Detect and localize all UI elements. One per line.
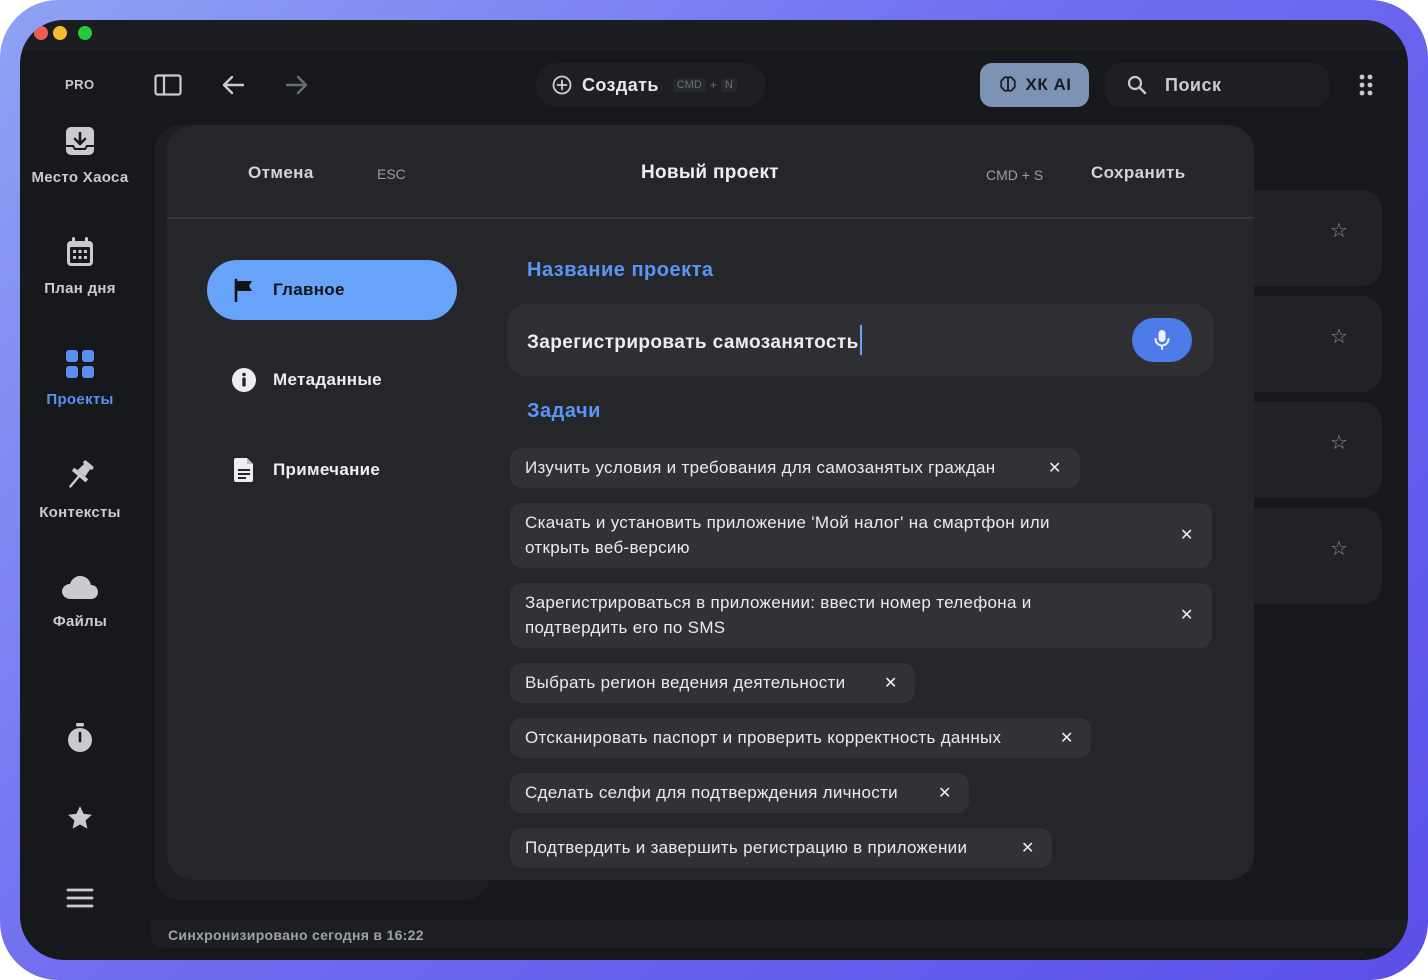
dialog-title: Новый проект	[641, 162, 779, 183]
favorite-star-icon[interactable]: ☆	[1330, 324, 1348, 349]
task-text: Выбрать регион ведения деятельности	[525, 673, 846, 692]
cancel-button[interactable]: Отмена	[248, 163, 314, 183]
ai-label: ХК AI	[1025, 75, 1072, 94]
flag-icon	[231, 277, 257, 303]
forward-arrow-icon[interactable]	[282, 70, 312, 100]
sidebar-item-label: Проекты	[46, 391, 114, 408]
nav-label: Метаданные	[273, 370, 382, 389]
task-text: Сделать селфи для подтверждения личности	[525, 783, 898, 802]
sidebar-item-chaos[interactable]: Место Хаоса	[20, 125, 140, 186]
new-project-dialog: Отмена ESC Новый проект CMD + S Сохранит…	[167, 125, 1254, 880]
remove-task-icon[interactable]: ✕	[1180, 525, 1194, 545]
project-card[interactable]	[1235, 508, 1382, 604]
status-bar: Синхронизировано сегодня в 16:22	[151, 920, 1408, 948]
text-caret	[859, 325, 862, 355]
task-text-line2: подтвердить его по SMS	[525, 618, 726, 637]
task-chip[interactable]: Сделать селфи для подтверждения личности…	[510, 773, 969, 813]
sidebar-toggle-icon[interactable]	[150, 70, 186, 100]
nav-metadata[interactable]: Метаданные	[207, 350, 457, 410]
task-chip[interactable]: Скачать и установить приложение 'Мой нал…	[510, 503, 1212, 568]
sidebar-item-label: План дня	[44, 280, 116, 297]
search-icon	[1127, 75, 1147, 95]
task-text: Изучить условия и требования для самозан…	[525, 458, 996, 477]
create-shortcut-plus: +	[709, 78, 717, 92]
project-name-value: Зарегистрировать самозанятость	[527, 332, 859, 354]
dialog-header: Отмена ESC Новый проект CMD + S Сохранит…	[167, 125, 1254, 219]
remove-task-icon[interactable]: ✕	[884, 673, 898, 693]
menu-icon[interactable]	[60, 878, 100, 918]
favorite-star-icon[interactable]: ☆	[1330, 430, 1348, 455]
minimize-window-button[interactable]	[53, 26, 67, 40]
sync-status: Синхронизировано сегодня в 16:22	[168, 927, 424, 943]
create-shortcut-n: N	[720, 78, 737, 92]
document-icon	[231, 457, 257, 483]
sidebar-item-label: Файлы	[52, 613, 108, 630]
back-arrow-icon[interactable]	[218, 70, 248, 100]
search-placeholder: Поиск	[1165, 74, 1222, 95]
project-card[interactable]	[1235, 190, 1382, 286]
pin-icon	[63, 458, 97, 492]
project-name-heading: Название проекта	[527, 259, 714, 281]
create-shortcut-cmd: CMD	[672, 78, 706, 92]
star-icon[interactable]	[60, 798, 100, 838]
title-bar	[20, 20, 1408, 50]
sidebar-item-label: Место Хаоса	[31, 169, 129, 186]
timer-icon[interactable]	[60, 718, 100, 758]
brain-icon	[998, 75, 1018, 95]
sidebar-item-projects[interactable]: Проекты	[20, 349, 140, 408]
create-button[interactable]: Создать CMD + N	[536, 63, 766, 107]
sidebar-item-label: Контексты	[39, 504, 121, 521]
info-icon	[231, 367, 257, 393]
nav-note[interactable]: Примечание	[207, 440, 457, 500]
app-window: PRO Создать CMD + N ХК AI Поиск Место Ха…	[20, 20, 1408, 960]
favorite-star-icon[interactable]: ☆	[1330, 218, 1348, 243]
plus-circle-icon	[552, 75, 572, 95]
sidebar-item-files[interactable]: Файлы	[20, 573, 140, 630]
project-card[interactable]	[1235, 296, 1382, 392]
cloud-icon	[61, 573, 99, 601]
project-card[interactable]	[1235, 402, 1382, 498]
close-window-button[interactable]	[34, 26, 48, 40]
inbox-icon	[64, 125, 96, 157]
remove-task-icon[interactable]: ✕	[938, 783, 952, 803]
project-name-input[interactable]: Зарегистрировать самозанятость	[507, 304, 1214, 376]
remove-task-icon[interactable]: ✕	[1060, 728, 1074, 748]
task-chip[interactable]: Выбрать регион ведения деятельности ✕	[510, 663, 915, 703]
calendar-icon	[65, 236, 95, 268]
ai-button[interactable]: ХК AI	[980, 63, 1089, 107]
apps-grid-icon[interactable]	[1354, 72, 1378, 98]
voice-input-button[interactable]	[1132, 318, 1192, 362]
nav-label: Главное	[273, 280, 345, 299]
cancel-shortcut: ESC	[377, 166, 406, 182]
create-label: Создать	[582, 74, 659, 95]
sidebar-item-day-plan[interactable]: План дня	[20, 236, 140, 297]
zoom-window-button[interactable]	[78, 26, 92, 40]
save-shortcut: CMD + S	[986, 167, 1044, 183]
tasks-heading: Задачи	[527, 400, 601, 422]
task-text-line1: Скачать и установить приложение 'Мой нал…	[525, 513, 1050, 532]
task-text-line2: открыть веб-версию	[525, 538, 690, 557]
favorite-star-icon[interactable]: ☆	[1330, 536, 1348, 561]
grid-icon	[65, 349, 95, 379]
task-chip[interactable]: Изучить условия и требования для самозан…	[510, 448, 1080, 488]
task-chip[interactable]: Отсканировать паспорт и проверить коррек…	[510, 718, 1091, 758]
task-text: Отсканировать паспорт и проверить коррек…	[525, 728, 1002, 747]
remove-task-icon[interactable]: ✕	[1021, 838, 1035, 858]
microphone-icon	[1154, 329, 1170, 351]
task-text: Подтвердить и завершить регистрацию в пр…	[525, 838, 968, 857]
nav-label: Примечание	[273, 460, 381, 479]
task-chip[interactable]: Подтвердить и завершить регистрацию в пр…	[510, 828, 1052, 868]
remove-task-icon[interactable]: ✕	[1180, 605, 1194, 625]
task-chip[interactable]: Зарегистрироваться в приложении: ввести …	[510, 583, 1212, 648]
remove-task-icon[interactable]: ✕	[1048, 458, 1062, 478]
search-field[interactable]: Поиск	[1105, 63, 1329, 107]
task-text-line1: Зарегистрироваться в приложении: ввести …	[525, 593, 1032, 612]
plan-badge: PRO	[65, 77, 95, 92]
save-button[interactable]: Сохранить	[1091, 163, 1186, 183]
sidebar-item-contexts[interactable]: Контексты	[20, 458, 140, 521]
nav-main[interactable]: Главное	[207, 260, 457, 320]
